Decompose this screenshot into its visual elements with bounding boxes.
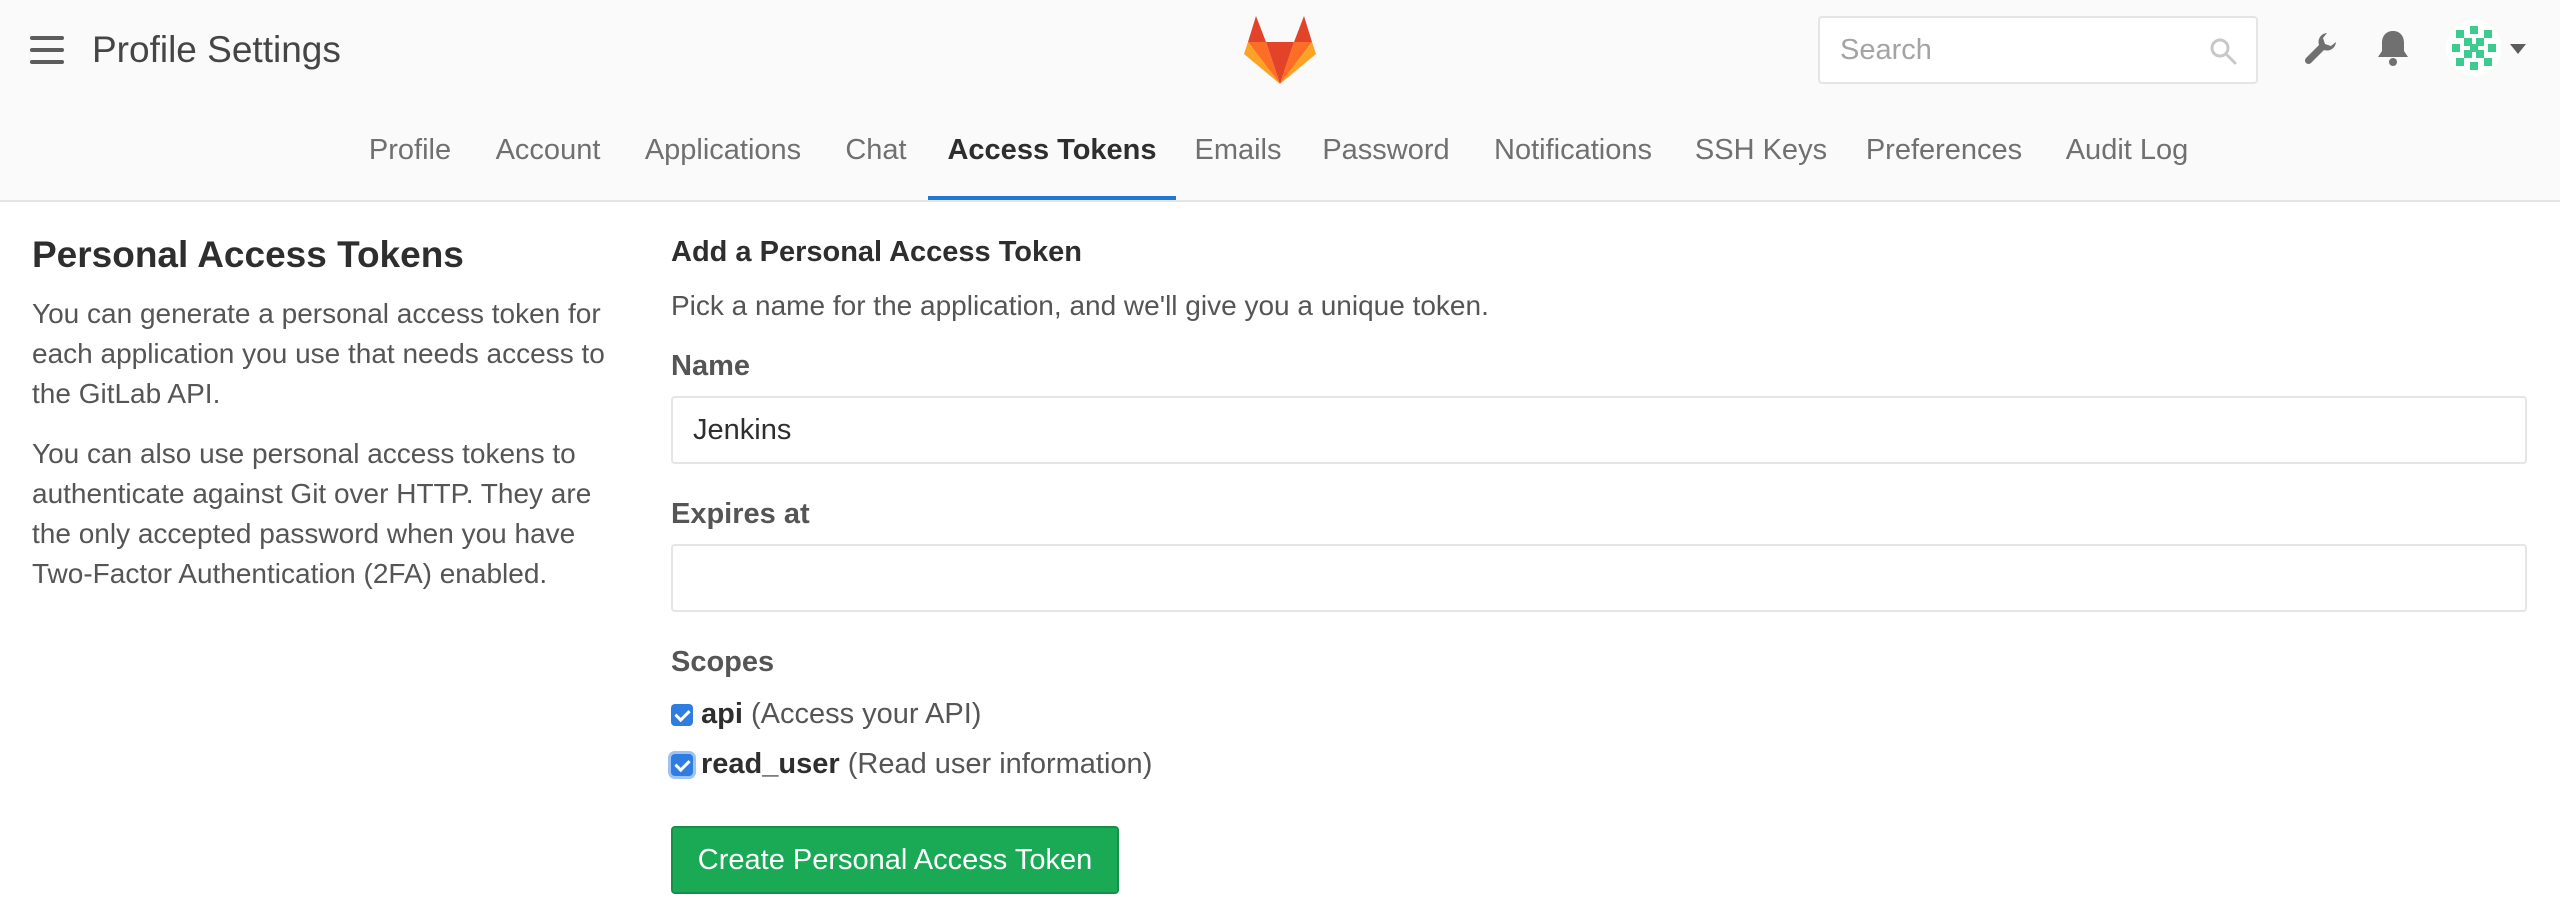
scopes-label: Scopes	[671, 646, 775, 678]
tab-account[interactable]: Account	[484, 118, 612, 200]
user-menu[interactable]	[2446, 20, 2532, 80]
settings-nav: Profile Account Applications Chat Access…	[0, 118, 2560, 202]
scope-read-user-description[interactable]: (Read user information)	[848, 748, 1153, 780]
tab-access-tokens[interactable]: Access Tokens	[928, 118, 1176, 200]
top-header: Profile Settings Search Profile Account …	[0, 0, 2560, 202]
create-token-button[interactable]: Create Personal Access Token	[671, 826, 1119, 894]
page-title: Profile Settings	[92, 29, 341, 70]
gitlab-logo[interactable]	[1242, 14, 1318, 86]
search-input[interactable]	[1820, 18, 2200, 82]
tab-profile[interactable]: Profile	[348, 118, 472, 200]
scope-read-user: read_user (Read user information)	[671, 744, 1152, 784]
wrench-icon[interactable]	[2302, 30, 2340, 68]
avatar[interactable]	[2446, 20, 2502, 76]
name-field[interactable]	[671, 396, 2527, 464]
hamburger-icon[interactable]	[30, 36, 64, 66]
scope-api-checkbox[interactable]	[671, 704, 693, 726]
scope-api-name[interactable]: api	[701, 698, 743, 730]
tab-password[interactable]: Password	[1314, 118, 1458, 200]
sidebar-heading: Personal Access Tokens	[32, 234, 464, 275]
tab-audit-log[interactable]: Audit Log	[2054, 118, 2200, 200]
form-subtitle: Pick a name for the application, and we'…	[671, 290, 1489, 321]
search-icon[interactable]	[2208, 36, 2238, 66]
search-box[interactable]	[1818, 16, 2258, 84]
form-heading: Add a Personal Access Token	[671, 236, 1082, 268]
expires-label: Expires at	[671, 498, 810, 530]
scope-api: api (Access your API)	[671, 694, 981, 734]
tab-emails[interactable]: Emails	[1188, 118, 1288, 200]
sidebar-description-2fa: You can also use personal access tokens …	[32, 438, 592, 589]
scope-read-user-name[interactable]: read_user	[701, 748, 840, 780]
tab-notifications[interactable]: Notifications	[1478, 118, 1668, 200]
scope-api-description[interactable]: (Access your API)	[751, 698, 981, 730]
bell-icon[interactable]	[2374, 28, 2412, 68]
tab-ssh-keys[interactable]: SSH Keys	[1690, 118, 1832, 200]
scope-read-user-checkbox[interactable]	[671, 754, 693, 776]
name-label: Name	[671, 350, 750, 382]
sidebar-description: You can generate a personal access token…	[32, 298, 605, 409]
expires-field[interactable]	[671, 544, 2527, 612]
tab-preferences[interactable]: Preferences	[1858, 118, 2030, 200]
tab-chat[interactable]: Chat	[834, 118, 918, 200]
caret-down-icon[interactable]	[2510, 44, 2526, 54]
tab-applications[interactable]: Applications	[630, 118, 816, 200]
